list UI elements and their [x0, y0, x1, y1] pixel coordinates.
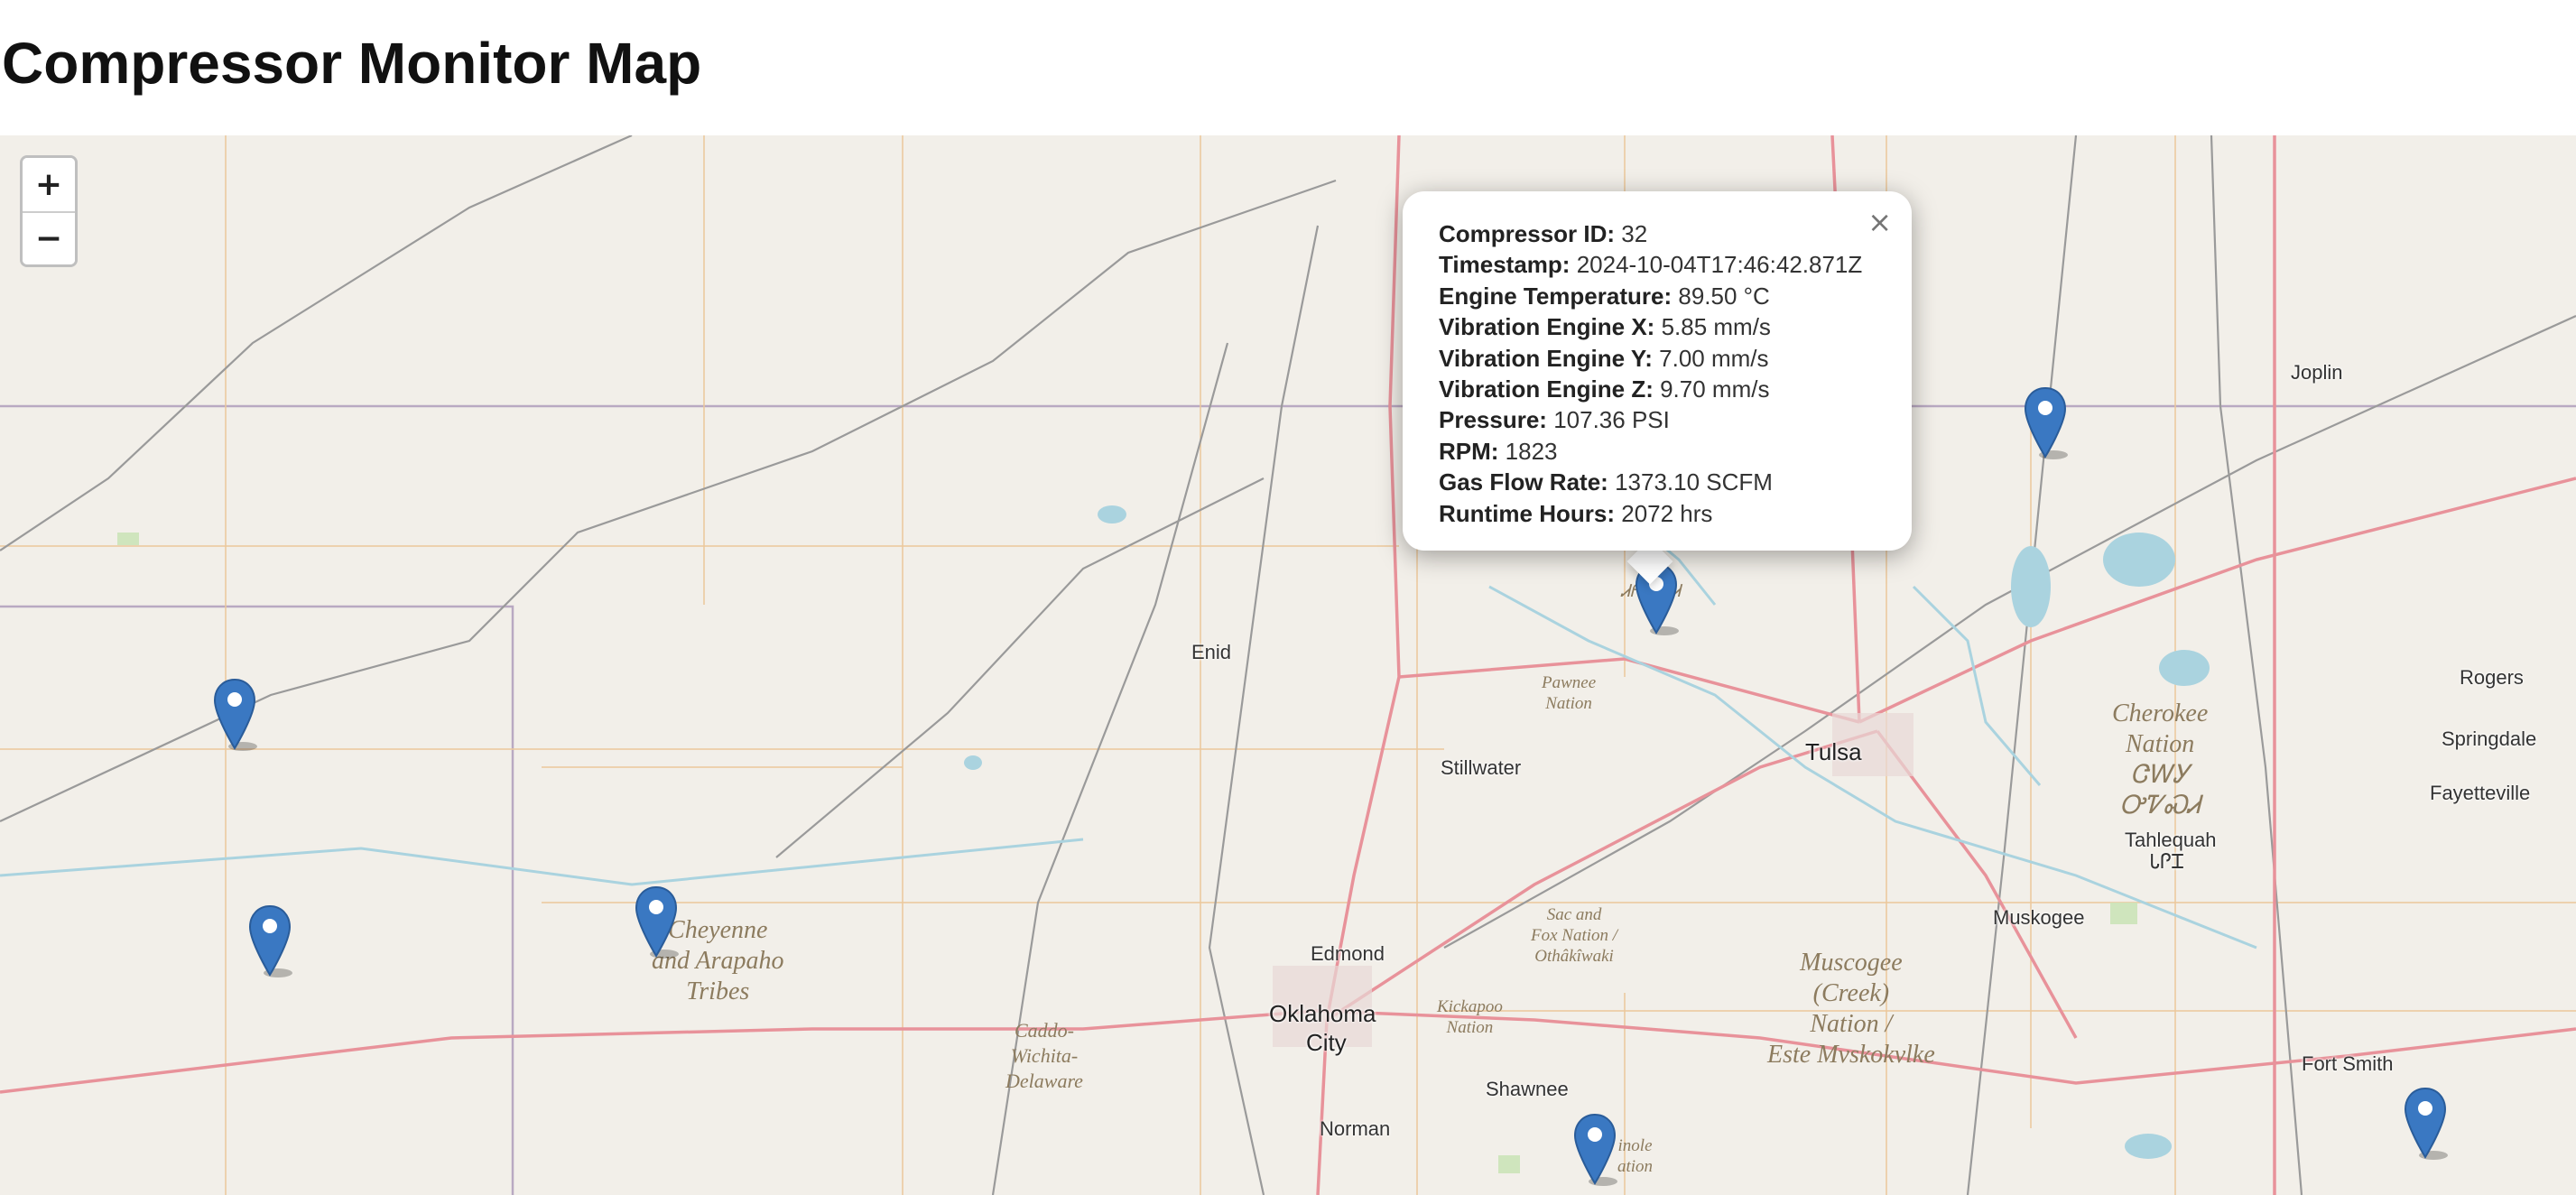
map-marker-icon[interactable]	[2023, 386, 2068, 460]
popup-row-value: 2072 hrs	[1621, 499, 1713, 527]
map-label-norman: Norman	[1320, 1117, 1391, 1140]
zoom-out-button[interactable]: −	[23, 211, 75, 264]
popup-row: Gas Flow Rate: 1373.10 SCFM	[1439, 467, 1876, 497]
popup-row: Vibration Engine Y: 7.00 mm/s	[1439, 343, 1876, 374]
map-label-cherokee: Cherokee Nation ᏣᎳᎩ ᎤᏤᏍᏗ	[2112, 699, 2208, 821]
map-marker-icon[interactable]	[634, 885, 679, 959]
map-label-pawnee: Pawnee Nation	[1542, 672, 1596, 714]
map-label-muscogee: Muscogee (Creek) Nation / Este Mvskokvlk…	[1767, 948, 1935, 1070]
map-label-seminole: inole ation	[1617, 1135, 1653, 1177]
map-marker-icon[interactable]	[1572, 1113, 1617, 1187]
popup-row-label: Runtime Hours:	[1439, 499, 1615, 527]
zoom-in-button[interactable]: +	[23, 158, 75, 211]
cherokee-line-4: ᎤᏤᏍᏗ	[2119, 792, 2201, 820]
cherokee-line-2: Nation	[2126, 730, 2195, 758]
muscogee-line-1: Muscogee	[1800, 949, 1903, 977]
popup-row-value: 32	[1621, 220, 1648, 247]
map-label-oklahoma: Oklahoma	[1269, 1000, 1376, 1027]
kickapoo-line-1: Kickapoo	[1437, 997, 1503, 1016]
popup-row: Pressure: 107.36 PSI	[1439, 404, 1876, 435]
compressor-popup: × Compressor ID: 32 Timestamp: 2024-10-04…	[1403, 191, 1912, 551]
map-label-joplin: Joplin	[2291, 361, 2343, 384]
muscogee-line-2: (Creek)	[1812, 979, 1890, 1007]
caddo-line-3: Delaware	[1005, 1070, 1083, 1092]
map-label-muskogee: Muskogee	[1993, 906, 2085, 929]
popup-row: Compressor ID: 32	[1439, 218, 1876, 249]
popup-close-button[interactable]: ×	[1867, 204, 1892, 240]
map-marker-icon[interactable]	[247, 904, 292, 978]
map-label-enid: Enid	[1191, 641, 1232, 663]
popup-row: RPM: 1823	[1439, 436, 1876, 467]
map-label-edmond: Edmond	[1311, 942, 1385, 965]
map-label-springdale: Springdale	[2442, 727, 2537, 750]
map-label-tahlequah-syllabary: ᏓᎵᏆ	[2150, 850, 2185, 873]
seminole-line-2: ation	[1617, 1157, 1654, 1176]
caddo-line-2: Wichita-	[1010, 1044, 1079, 1067]
caddo-line-1: Caddo-	[1014, 1019, 1074, 1042]
popup-row: Vibration Engine Z: 9.70 mm/s	[1439, 374, 1876, 404]
map-marker-icon[interactable]	[212, 678, 257, 752]
popup-row-label: Vibration Engine X:	[1439, 313, 1655, 341]
sacfox-line-3: Othâkîwaki	[1534, 947, 1614, 966]
muscogee-line-4: Este Mvskokvlke	[1767, 1041, 1935, 1069]
pawnee-line-1: Pawnee	[1542, 673, 1597, 692]
map-label-rogers: Rogers	[2460, 666, 2524, 689]
popup-content: Compressor ID: 32 Timestamp: 2024-10-04T1…	[1439, 218, 1876, 529]
popup-row-value: 9.70 mm/s	[1660, 375, 1770, 403]
map-label-kickapoo: Kickapoo Nation	[1437, 996, 1503, 1038]
seminole-line-1: inole	[1617, 1136, 1653, 1155]
map-label-stillwater: Stillwater	[1441, 756, 1522, 779]
popup-row-label: Vibration Engine Y:	[1439, 344, 1653, 372]
cherokee-line-1: Cherokee	[2112, 699, 2209, 727]
popup-row-label: Vibration Engine Z:	[1439, 375, 1654, 403]
popup-row-label: RPM:	[1439, 437, 1499, 465]
map-label-sac-fox: Sac and Fox Nation / Othâkîwaki	[1531, 904, 1617, 967]
sacfox-line-2: Fox Nation /	[1531, 926, 1618, 945]
map-container[interactable]: Joplin Enid Tulsa Stillwater Rogers Spri…	[0, 135, 2576, 1195]
muscogee-line-3: Nation /	[1810, 1010, 1893, 1038]
popup-row-label: Compressor ID:	[1439, 220, 1616, 247]
popup-row-label: Timestamp:	[1439, 251, 1571, 279]
zoom-control: + −	[20, 155, 78, 267]
popup-row: Vibration Engine X: 5.85 mm/s	[1439, 311, 1876, 342]
map-marker-icon[interactable]	[2403, 1087, 2448, 1161]
map-base-tiles	[0, 135, 2576, 1195]
kickapoo-line-2: Nation	[1446, 1018, 1494, 1037]
popup-row-value: 1823	[1505, 437, 1558, 465]
map-label-fort-smith: Fort Smith	[2302, 1052, 2394, 1075]
popup-row-label: Gas Flow Rate:	[1439, 468, 1608, 496]
popup-row-value: 1373.10 SCFM	[1615, 468, 1773, 496]
popup-row-label: Engine Temperature:	[1439, 282, 1673, 310]
page-title: Compressor Monitor Map	[2, 31, 702, 96]
map-label-city: City	[1306, 1029, 1347, 1056]
popup-row-value: 89.50 °C	[1678, 282, 1770, 310]
map-label-caddo: Caddo- Wichita- Delaware	[1005, 1018, 1083, 1094]
pawnee-line-2: Nation	[1545, 694, 1592, 713]
popup-row-value: 107.36 PSI	[1553, 406, 1670, 434]
popup-row-value: 5.85 mm/s	[1661, 313, 1771, 341]
map-label-tahlequah: Tahlequah	[2125, 829, 2217, 851]
popup-row-label: Pressure:	[1439, 406, 1547, 434]
cheyenne-line-3: Tribes	[686, 977, 750, 1005]
cherokee-line-3: ᏣᎳᎩ	[2130, 761, 2190, 789]
map-label-tulsa: Tulsa	[1805, 738, 1862, 765]
popup-row: Runtime Hours: 2072 hrs	[1439, 498, 1876, 529]
popup-row-value: 7.00 mm/s	[1659, 344, 1769, 372]
popup-row: Timestamp: 2024-10-04T17:46:42.871Z	[1439, 249, 1876, 280]
popup-row: Engine Temperature: 89.50 °C	[1439, 281, 1876, 311]
map-label-fayetteville: Fayetteville	[2430, 782, 2531, 804]
map-label-shawnee: Shawnee	[1486, 1078, 1569, 1100]
popup-row-value: 2024-10-04T17:46:42.871Z	[1576, 251, 1863, 279]
sacfox-line-1: Sac and	[1546, 905, 1602, 924]
